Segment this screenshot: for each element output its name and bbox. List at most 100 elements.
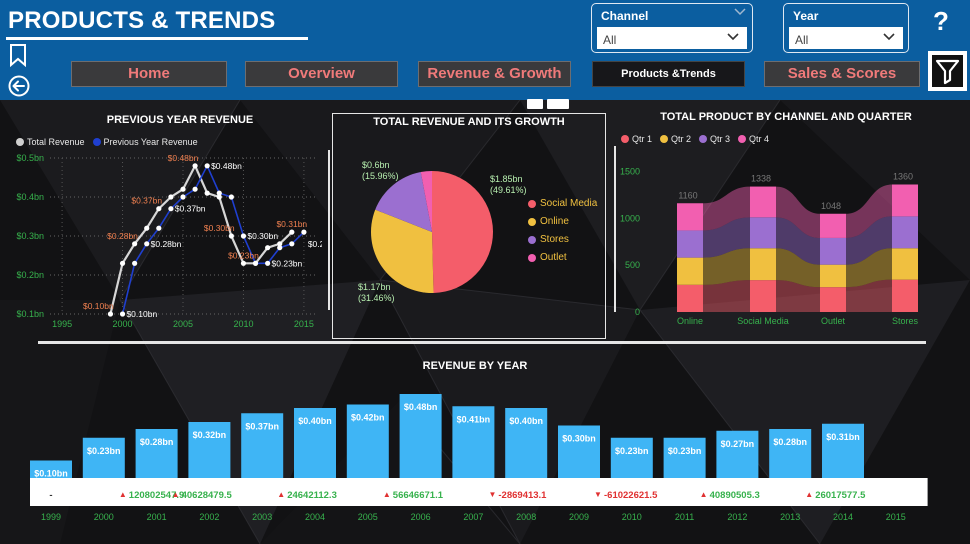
year-slicer[interactable]: Year All (783, 3, 909, 53)
data-label: $0.10bn (83, 301, 114, 311)
data-point (204, 163, 210, 169)
bar-value-label: $0.28bn (773, 437, 807, 447)
data-point (156, 206, 162, 212)
revenue-bar (82, 437, 125, 478)
growth-value: 24642112.3 (287, 490, 337, 501)
data-point (289, 229, 295, 235)
nav-revenue-growth-button[interactable]: Revenue & Growth (418, 61, 571, 87)
growth-value: 40628479.5 (182, 490, 233, 501)
x-category-label: Online (677, 316, 703, 326)
bar-value-label: $0.27bn (721, 439, 755, 449)
stacked-segment (892, 216, 918, 249)
pie-data-label-pct: (49.61%) (490, 185, 527, 195)
channel-dropdown-value: All (603, 33, 617, 47)
bar-value-label: $0.23bn (615, 446, 649, 456)
channel-slicer[interactable]: Channel All (591, 3, 753, 53)
y-tick-label: 1500 (620, 166, 640, 176)
growth-value: 26017577.5 (815, 490, 866, 501)
pie-title: TOTAL REVENUE AND ITS GROWTH (373, 116, 565, 128)
data-label: $0.28bn (107, 231, 138, 241)
bar-value-label: $0.40bn (509, 416, 543, 426)
stacked-segment (677, 230, 703, 258)
year-label: 2013 (780, 512, 800, 522)
pie-data-label: $1.85bn (490, 174, 523, 184)
growth-arrow-up: ▲ (119, 490, 127, 499)
year-label: 2004 (305, 512, 325, 522)
x-category-label: Social Media (737, 316, 789, 326)
year-dropdown[interactable]: All (789, 27, 903, 49)
year-label: 1999 (41, 512, 61, 522)
stacked-segment (892, 279, 918, 312)
y-tick-label: $0.3bn (16, 231, 44, 241)
nav-overview-button[interactable]: Overview (245, 61, 398, 87)
data-point (168, 194, 174, 200)
bar-value-label: $0.23bn (668, 446, 702, 456)
year-label: 2011 (675, 512, 694, 522)
year-label: 2003 (252, 512, 272, 522)
nav-home-button[interactable]: Home (71, 61, 227, 87)
y-tick-label: 500 (625, 260, 640, 270)
stacked-segment (677, 203, 703, 231)
filter-button[interactable] (928, 51, 967, 91)
bookmark-icon[interactable] (8, 43, 28, 67)
data-point (289, 241, 295, 247)
y-tick-label: $0.2bn (16, 270, 44, 280)
stacked-segment (892, 248, 918, 280)
bar-value-label: $0.28bn (140, 437, 174, 447)
revenue-bar (610, 437, 653, 478)
bar-value-label: $0.48bn (404, 402, 438, 412)
revenue-bar (663, 437, 706, 478)
back-arrow-icon[interactable] (8, 75, 30, 97)
year-label: 2000 (94, 512, 114, 522)
nav-sales-scores-button[interactable]: Sales & Scores (764, 61, 920, 87)
ribbon-band (703, 280, 750, 312)
x-tick-label: 2005 (173, 319, 193, 329)
stacked-segment (892, 184, 918, 217)
stacked-title: TOTAL PRODUCT BY CHANNEL AND QUARTER (660, 111, 912, 123)
chevron-down-icon[interactable] (726, 30, 740, 44)
bar-value-label: $0.41bn (457, 414, 491, 424)
data-point (132, 260, 138, 266)
data-point (265, 260, 271, 266)
stacked-segment (677, 257, 703, 285)
data-label: $0.37bn (131, 196, 162, 206)
stacked-segment (820, 237, 846, 265)
year-label: 2001 (147, 512, 167, 522)
growth-arrow-up: ▲ (277, 490, 285, 499)
data-label: $0.28bn (151, 239, 182, 249)
x-category-label: Stores (892, 316, 919, 326)
year-label: 2009 (569, 512, 589, 522)
chevron-down-icon[interactable] (882, 30, 896, 44)
chevron-down-icon[interactable] (734, 7, 746, 17)
nav-products-trends-button[interactable]: Products &Trends (592, 61, 745, 87)
year-label: 2010 (622, 512, 642, 522)
data-point (228, 194, 234, 200)
pie-legend-stores: Stores (528, 234, 597, 245)
x-tick-label: 2000 (113, 319, 133, 329)
year-slicer-label: Year (793, 9, 819, 23)
prev-year-line-chart: $0.1bn $0.2bn $0.3bn $0.4bn $0.5bn 1995 2000 20… (16, 153, 322, 329)
legend-qtr2: Qtr 2 (660, 134, 691, 144)
legend-qtr1: Qtr 1 (621, 134, 652, 144)
data-point (216, 190, 222, 196)
filter-funnel-icon (935, 59, 960, 85)
x-category-label: Outlet (821, 316, 846, 326)
filter-button-inner (932, 55, 963, 87)
data-label: $0.28bn (308, 239, 322, 249)
growth-value: - (49, 490, 52, 501)
legend-qtr3: Qtr 3 (699, 134, 730, 144)
year-label: 2006 (411, 512, 431, 522)
channel-dropdown[interactable]: All (597, 27, 747, 49)
bar-value-label: $0.30bn (562, 434, 596, 444)
data-label: $0.23bn (272, 258, 303, 268)
growth-arrow-down: ▼ (594, 490, 602, 499)
pie-legend-outlet: Outlet (528, 252, 597, 263)
pie-data-label: $0.6bn (362, 160, 390, 170)
pie-data-label: $1.17bn (358, 282, 391, 292)
visual-more-icon[interactable] (547, 99, 569, 109)
visual-focus-icon[interactable] (527, 99, 543, 109)
growth-arrow-up: ▲ (805, 490, 813, 499)
growth-arrow-down: ▼ (488, 490, 496, 499)
visual-header-icons[interactable] (527, 99, 569, 109)
help-icon[interactable]: ? (929, 6, 953, 36)
